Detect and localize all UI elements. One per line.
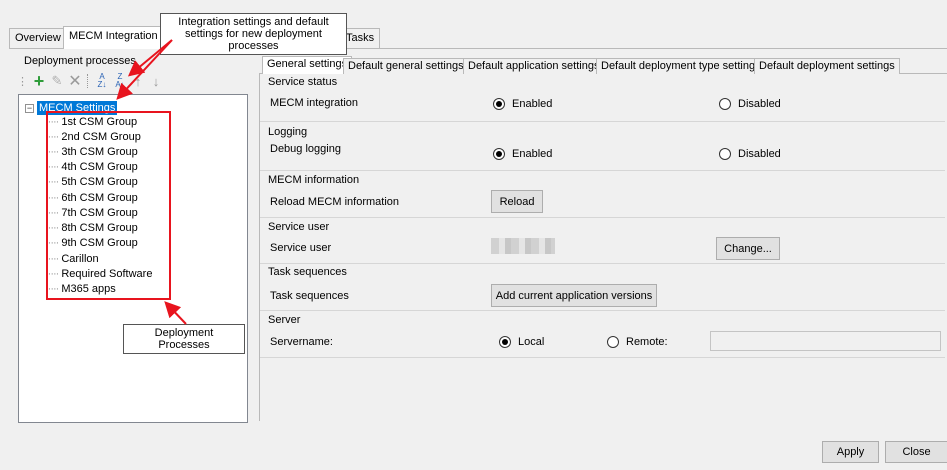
reload-mecm-information-label: Reload MECM information xyxy=(270,196,399,208)
section-divider xyxy=(260,217,945,218)
close-button[interactable]: Close xyxy=(885,441,947,463)
tab-default-general-settings[interactable]: Default general settings xyxy=(343,58,469,74)
debug-logging-disabled-radio[interactable]: Disabled xyxy=(719,148,781,160)
radio-empty-icon xyxy=(607,336,619,348)
settings-frame xyxy=(259,73,947,421)
arrow-to-tab xyxy=(127,39,173,77)
radio-empty-icon xyxy=(719,148,731,160)
mecm-integration-label: MECM integration xyxy=(270,97,359,109)
section-divider xyxy=(260,357,945,358)
apply-button[interactable]: Apply xyxy=(822,441,879,463)
section-divider xyxy=(260,263,945,264)
section-service-user: Service user xyxy=(268,221,330,233)
server-local-radio[interactable]: Local xyxy=(499,336,544,348)
task-sequences-label: Task sequences xyxy=(270,290,349,302)
section-server: Server xyxy=(268,314,301,326)
service-user-value-redacted xyxy=(491,238,555,254)
radio-empty-icon xyxy=(719,98,731,110)
remote-server-input[interactable] xyxy=(710,331,941,351)
reload-button[interactable]: Reload xyxy=(491,190,543,213)
radio-selected-icon xyxy=(499,336,511,348)
service-user-label: Service user xyxy=(270,242,332,254)
add-current-application-versions-button[interactable]: Add current application versions xyxy=(491,284,657,307)
section-divider xyxy=(260,310,945,311)
tab-default-deployment-settings[interactable]: Default deployment settings xyxy=(754,58,900,74)
debug-logging-enabled-radio[interactable]: Enabled xyxy=(493,148,552,160)
radio-selected-icon xyxy=(493,148,505,160)
arrow-to-processes xyxy=(164,301,187,325)
section-logging: Logging xyxy=(268,126,308,138)
server-remote-radio[interactable]: Remote: xyxy=(607,336,668,348)
servername-label: Servername: xyxy=(270,336,333,348)
radio-selected-icon xyxy=(493,98,505,110)
section-divider xyxy=(260,170,945,171)
footer-bar xyxy=(0,431,947,470)
section-divider xyxy=(260,121,945,122)
section-mecm-information: MECM information xyxy=(268,174,360,186)
section-service-status: Service status xyxy=(268,76,338,88)
arrow-to-root xyxy=(116,39,173,100)
debug-logging-label: Debug logging xyxy=(270,143,341,155)
tab-default-deployment-type-settings[interactable]: Default deployment type settings xyxy=(596,58,766,74)
section-task-sequences: Task sequences xyxy=(268,266,347,278)
mecm-integration-disabled-radio[interactable]: Disabled xyxy=(719,98,781,110)
mecm-integration-enabled-radio[interactable]: Enabled xyxy=(493,98,552,110)
tab-default-application-settings[interactable]: Default application settings xyxy=(463,58,605,74)
change-service-user-button[interactable]: Change... xyxy=(716,237,780,260)
tab-general-settings[interactable]: General settings xyxy=(262,56,353,74)
